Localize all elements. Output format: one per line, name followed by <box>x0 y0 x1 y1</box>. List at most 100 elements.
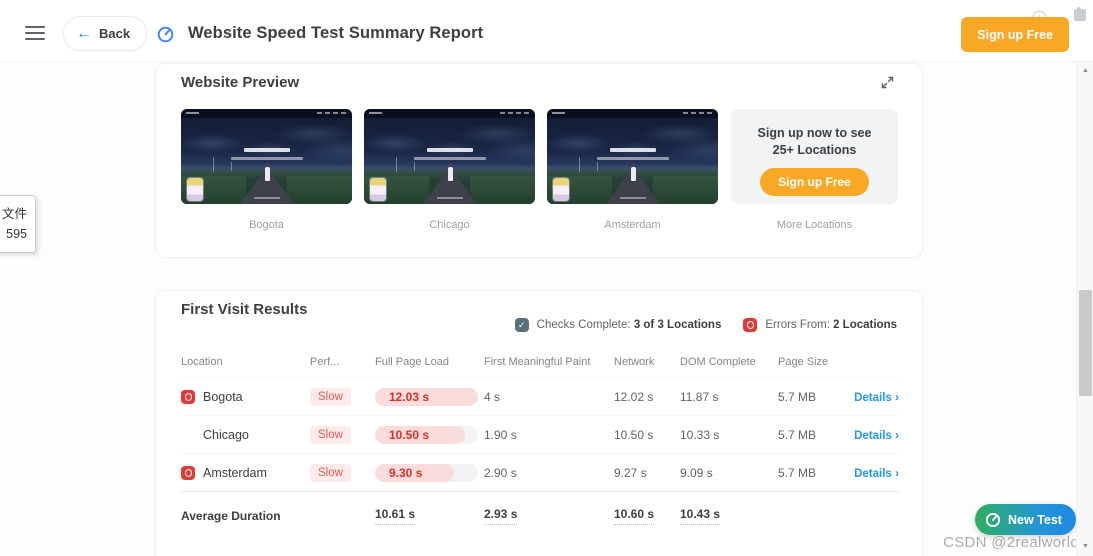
back-button[interactable]: ← Back <box>63 16 148 51</box>
average-duration-row: Average Duration 10.61 s 2.93 s 10.60 s … <box>181 491 899 539</box>
scrollbar-thumb[interactable] <box>1079 290 1092 396</box>
checks-complete-value: 3 of 3 Locations <box>633 319 722 331</box>
vertical-scrollbar[interactable]: ▲ ▼ <box>1076 62 1093 556</box>
errors-from-value: 2 Locations <box>833 319 897 331</box>
table-row: Chicago Slow 10.50 s 1.90 s 10.50 s 10.3… <box>181 415 899 453</box>
row-location: Amsterdam <box>203 465 267 480</box>
dom-complete-value: 10.33 s <box>680 427 720 442</box>
network-value: 9.27 s <box>614 465 647 480</box>
back-arrow-icon: ← <box>76 24 92 42</box>
new-test-button[interactable]: New Test <box>975 504 1076 535</box>
thumb-navbar <box>181 109 352 118</box>
results-table: Location Perf... Full Page Load First Me… <box>181 347 899 539</box>
page-size-value: 5.7 MB <box>778 427 817 442</box>
chevron-right-icon: › <box>895 465 899 480</box>
col-network: Network <box>614 356 655 368</box>
errors-from-status: Errors From: 2 Locations <box>743 318 897 332</box>
thumb-pole <box>413 161 415 171</box>
tooltip-line2: 595 <box>6 227 27 241</box>
signup-box-line2: 25+ Locations <box>772 143 857 157</box>
signup-locations-box: Sign up now to see 25+ Locations Sign up… <box>731 109 898 204</box>
row-location: Chicago <box>203 427 249 442</box>
full-page-load-bar: 12.03 s <box>375 387 478 406</box>
dom-complete-value: 9.09 s <box>680 465 713 480</box>
table-header-row: Location Perf... Full Page Load First Me… <box>181 347 899 377</box>
error-icon <box>181 465 195 480</box>
results-status-row: ✓ Checks Complete: 3 of 3 Locations Erro… <box>514 318 897 332</box>
errors-from-label: Errors From: <box>765 319 830 331</box>
website-thumbnail-amsterdam[interactable] <box>547 109 718 204</box>
average-network: 10.60 s <box>614 507 655 525</box>
expand-icon[interactable] <box>881 76 894 89</box>
full-page-load-value: 10.50 s <box>389 427 430 442</box>
thumb-subtitle-text <box>413 157 486 160</box>
full-page-load-value: 12.03 s <box>389 389 430 404</box>
checks-complete-label: Checks Complete: <box>536 319 631 331</box>
col-full-page-load: Full Page Load <box>375 356 449 368</box>
performance-badge: Slow <box>310 463 351 482</box>
chevron-right-icon: › <box>895 389 899 404</box>
preview-section-title: Website Preview <box>181 74 300 91</box>
more-locations-label: More Locations <box>776 219 853 231</box>
thumb-footer-text <box>619 197 646 200</box>
average-first-meaningful-paint: 2.93 s <box>484 507 518 525</box>
thumb-pole <box>579 156 581 172</box>
first-meaningful-paint-value: 4 s <box>484 389 501 404</box>
details-link[interactable]: Details › <box>854 428 899 442</box>
details-link[interactable]: Details › <box>854 465 899 480</box>
thumb-grass-right <box>470 175 535 204</box>
thumb-navbar <box>364 109 535 118</box>
back-button-label: Back <box>99 26 131 41</box>
scrollbar-up-arrow[interactable]: ▲ <box>1077 64 1093 78</box>
details-link[interactable]: Details › <box>854 389 899 404</box>
thumb-pole <box>230 161 232 171</box>
col-dom-complete: DOM Complete <box>680 356 756 368</box>
row-location: Bogota <box>203 389 243 404</box>
website-thumbnail-bogota[interactable] <box>181 109 352 204</box>
table-row: Bogota Slow 12.03 s 4 s 12.02 s 11.87 s … <box>181 377 899 415</box>
thumb-title-text <box>609 147 656 152</box>
speedometer-icon <box>157 26 174 43</box>
thumb-character-sprite <box>553 178 569 201</box>
thumb-figure <box>447 163 453 182</box>
page-title: Website Speed Test Summary Report <box>188 24 484 42</box>
dom-complete-value: 11.87 s <box>680 389 719 404</box>
thumb-character-sprite <box>187 178 203 201</box>
thumb-pole <box>596 161 598 171</box>
performance-badge: Slow <box>310 387 351 406</box>
col-first-meaningful-paint: First Meaningful Paint <box>484 356 591 368</box>
thumbnail-location-label: Chicago <box>429 219 470 231</box>
network-value: 12.02 s <box>614 389 654 404</box>
thumb-title-text <box>243 147 290 152</box>
thumb-character-sprite <box>370 178 386 201</box>
thumb-footer-text <box>436 197 463 200</box>
full-page-load-bar: 9.30 s <box>375 463 478 482</box>
watermark: CSDN @2realworld <box>943 534 1079 551</box>
col-performance: Perf... <box>310 356 340 368</box>
col-page-size: Page Size <box>778 356 829 368</box>
website-preview-card: Website Preview Bogota Chicago Amsterdam… <box>155 63 923 258</box>
thumb-pole <box>213 156 215 172</box>
signup-free-button-top[interactable]: Sign up Free <box>961 17 1069 52</box>
thumb-subtitle-text <box>596 157 669 160</box>
first-meaningful-paint-value: 1.90 s <box>484 427 517 442</box>
error-icon <box>743 318 758 332</box>
thumb-title-text <box>426 147 473 152</box>
website-thumbnail-chicago[interactable] <box>364 109 535 204</box>
thumb-subtitle-text <box>230 157 303 160</box>
signup-free-button-box[interactable]: Sign up Free <box>760 168 869 196</box>
thumb-figure <box>264 163 270 182</box>
signup-box-line1: Sign up now to see <box>757 126 872 140</box>
hamburger-menu-icon[interactable] <box>25 26 45 40</box>
network-value: 10.50 s <box>614 427 654 442</box>
thumb-figure <box>630 163 636 182</box>
thumb-pole <box>396 156 398 172</box>
scrollbar-down-arrow[interactable]: ▼ <box>1077 540 1093 554</box>
side-tooltip: 文件 595 <box>0 195 36 253</box>
thumbnail-location-label: Bogota <box>249 219 284 231</box>
error-icon <box>181 389 195 404</box>
table-row: Amsterdam Slow 9.30 s 2.90 s 9.27 s 9.09… <box>181 453 899 491</box>
thumb-grass-right <box>287 175 352 204</box>
page-size-value: 5.7 MB <box>778 465 817 480</box>
average-full-page-load: 10.61 s <box>375 507 416 525</box>
